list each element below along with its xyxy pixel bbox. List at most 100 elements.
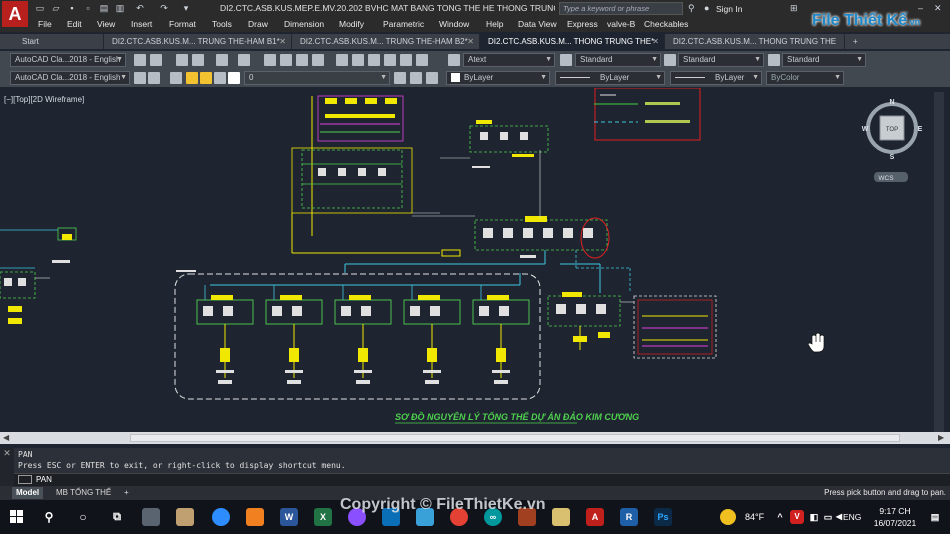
binoculars-icon[interactable]: ⚲ xyxy=(688,3,695,14)
lineweight-select[interactable]: ByLayer ▼ xyxy=(670,71,762,85)
app-orange-icon[interactable] xyxy=(246,508,264,526)
lightbulb-icon[interactable] xyxy=(186,72,198,84)
save-icon[interactable]: ▪ xyxy=(66,3,78,14)
save-as-icon[interactable]: ▫ xyxy=(82,3,94,14)
cortana-icon[interactable]: ○ xyxy=(74,508,92,526)
menu-parametric[interactable]: Parametric xyxy=(383,19,424,29)
navigation-bar[interactable] xyxy=(934,92,944,432)
excel-icon[interactable]: X xyxy=(314,508,332,526)
windows-start-icon[interactable] xyxy=(10,510,24,524)
undo-icon[interactable]: ↶ xyxy=(134,3,146,14)
workspace-name-select[interactable]: AutoCAD Cla...2018 - English ▼ xyxy=(10,71,130,85)
open-file-icon[interactable]: ▱ xyxy=(50,3,62,14)
design-center-icon[interactable] xyxy=(352,54,364,66)
tab-model[interactable]: Model xyxy=(12,487,44,499)
layer-properties-icon[interactable] xyxy=(170,72,182,84)
menu-express[interactable]: Express xyxy=(567,19,598,29)
viewcube[interactable]: TOP N S E W WCS xyxy=(862,99,923,182)
gear-icon[interactable] xyxy=(134,72,146,84)
language-indicator[interactable]: ENG xyxy=(843,512,861,522)
menu-window[interactable]: Window xyxy=(439,19,469,29)
compass-north[interactable]: N xyxy=(889,99,894,106)
scrollbar-thumb[interactable] xyxy=(130,434,900,442)
new-tab-button[interactable]: + xyxy=(848,34,866,49)
layer-lock-icon[interactable] xyxy=(214,72,226,84)
lock-icon[interactable] xyxy=(148,72,160,84)
close-icon[interactable]: ✕ xyxy=(934,3,942,14)
redo-icon[interactable] xyxy=(238,54,250,66)
app-icon[interactable] xyxy=(142,508,160,526)
photoshop-icon[interactable]: Ps xyxy=(654,508,672,526)
compass-west[interactable]: W xyxy=(862,126,869,133)
gear-icon[interactable] xyxy=(134,54,146,66)
tray-expand-icon[interactable]: ^ xyxy=(774,508,786,526)
clock[interactable]: 9:17 CH 16/07/2021 xyxy=(870,505,920,529)
horizontal-scrollbar[interactable]: ◀ ▶ xyxy=(0,432,950,444)
word-icon[interactable]: W xyxy=(280,508,298,526)
workspace-dropdown-icon[interactable]: ▾ xyxy=(180,3,192,14)
compass-east[interactable]: E xyxy=(918,126,923,133)
table-style-select[interactable]: Standard ▼ xyxy=(678,53,764,67)
wcs-label[interactable]: WCS xyxy=(878,175,894,182)
tab-file-4[interactable]: DI2.CTC.ASB.KUS.M... THONG TRUNG THE xyxy=(665,34,845,49)
layer-previous-icon[interactable] xyxy=(410,72,422,84)
pan-icon[interactable] xyxy=(264,54,276,66)
file-explorer-icon[interactable] xyxy=(552,508,570,526)
open-icon[interactable] xyxy=(192,54,204,66)
menu-dimension[interactable]: Dimension xyxy=(284,19,324,29)
notifications-icon[interactable]: ▤ xyxy=(928,508,942,526)
menu-format[interactable]: Format xyxy=(169,19,196,29)
markup-icon[interactable] xyxy=(400,54,412,66)
autocad-logo-icon[interactable]: A xyxy=(2,1,28,27)
tab-file-2[interactable]: DI2.CTC.ASB.KUS.M... TRUNG THE-HAM B2* ✕ xyxy=(292,34,480,49)
weather-temperature[interactable]: 84°F xyxy=(745,512,764,522)
zoom-icon[interactable] xyxy=(280,54,292,66)
new-file-icon[interactable]: ▭ xyxy=(34,3,46,14)
user-icon[interactable]: ● xyxy=(704,3,709,13)
plotstyle-select[interactable]: ByColor ▼ xyxy=(766,71,844,85)
layer-state-icon[interactable] xyxy=(426,72,438,84)
tray-app-2-icon[interactable]: ◧ xyxy=(808,508,820,526)
viewport-controls[interactable]: [−][Top][2D Wireframe] xyxy=(4,95,84,104)
make-current-icon[interactable] xyxy=(394,72,406,84)
menu-modify[interactable]: Modify xyxy=(339,19,364,29)
linetype-select[interactable]: ByLayer ▼ xyxy=(555,71,665,85)
sun-icon[interactable] xyxy=(200,72,212,84)
weather-icon[interactable] xyxy=(720,509,736,525)
battery-icon[interactable]: ▭ xyxy=(822,508,834,526)
layer-color-swatch[interactable] xyxy=(228,72,240,84)
undo-icon[interactable] xyxy=(216,54,228,66)
store-icon[interactable] xyxy=(176,508,194,526)
workspace-select[interactable]: AutoCAD Cla...2018 - English ▼ xyxy=(10,53,126,67)
drawing-canvas[interactable]: SƠ ĐỒ NGUYÊN LÝ TỔNG THỂ DỰ ÁN ĐẢO KIM C… xyxy=(0,88,950,432)
revit-icon[interactable]: R xyxy=(620,508,638,526)
close-tab-icon[interactable]: ✕ xyxy=(279,34,286,49)
properties-icon[interactable] xyxy=(336,54,348,66)
tab-layout-mb-tong-the[interactable]: MB TỔNG THỂ xyxy=(52,487,115,499)
zoom-previous-icon[interactable] xyxy=(312,54,324,66)
menu-view[interactable]: View xyxy=(97,19,115,29)
plot-icon[interactable]: ▥ xyxy=(114,3,126,14)
cart-icon[interactable]: ⊞ xyxy=(790,3,798,14)
menu-edit[interactable]: Edit xyxy=(67,19,82,29)
menu-help[interactable]: Help xyxy=(486,19,503,29)
zoom-app-icon[interactable] xyxy=(212,508,230,526)
tab-file-3[interactable]: DI2.CTC.ASB.KUS.M... THONG TRUNG THE* ✕ xyxy=(480,34,665,49)
command-input[interactable]: PAN xyxy=(14,473,950,486)
layer-select[interactable]: 0 ▼ xyxy=(244,71,390,85)
menu-checkables[interactable]: Checkables xyxy=(644,19,688,29)
text-style-select[interactable]: Atext ▼ xyxy=(463,53,555,67)
viewcube-face[interactable]: TOP xyxy=(886,127,898,133)
color-select[interactable]: ByLayer ▼ xyxy=(446,71,550,85)
menu-tools[interactable]: Tools xyxy=(212,19,232,29)
tray-app-icon[interactable]: V xyxy=(790,510,804,524)
menu-valve-b[interactable]: valve-B xyxy=(607,19,635,29)
tool-palettes-icon[interactable] xyxy=(368,54,380,66)
zoom-window-icon[interactable] xyxy=(296,54,308,66)
search-icon[interactable]: ⚲ xyxy=(40,508,58,526)
menu-insert[interactable]: Insert xyxy=(131,19,152,29)
dim-style-select[interactable]: Standard ▼ xyxy=(575,53,661,67)
sheet-set-icon[interactable] xyxy=(384,54,396,66)
customize-icon[interactable] xyxy=(150,54,162,66)
command-prompt-icon[interactable] xyxy=(18,475,32,485)
